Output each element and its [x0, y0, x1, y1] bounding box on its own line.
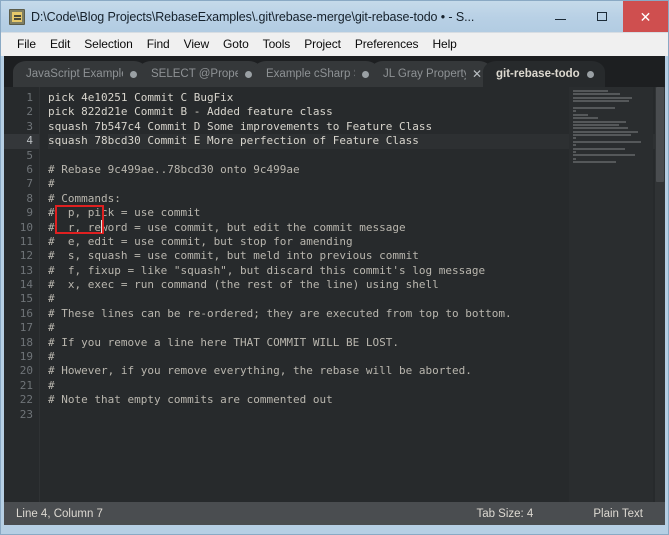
tab-dirty-dot-icon[interactable]	[245, 70, 252, 78]
text-editor[interactable]: 1 2 3 4 5 6 7 8 9 10 11 12 13 14 15 16 1…	[4, 87, 665, 502]
line-number: 16	[19, 306, 33, 320]
minimap-content	[569, 87, 653, 168]
tab-close-icon[interactable]: ✕	[472, 68, 482, 80]
menu-item-file[interactable]: File	[10, 35, 43, 54]
menu-item-preferences[interactable]: Preferences	[348, 35, 426, 54]
line-number: 9	[26, 206, 33, 220]
minimize-icon	[554, 19, 566, 20]
line-number: 7	[26, 177, 33, 191]
line-number: 12	[19, 249, 33, 263]
tab-label: SELECT @Property	[151, 68, 238, 80]
maximize-icon	[597, 12, 607, 21]
tab-dirty-dot-icon[interactable]	[362, 70, 369, 78]
menu-item-goto[interactable]: Goto	[216, 35, 256, 54]
menu-item-help[interactable]: Help	[425, 35, 463, 54]
text-caret	[101, 220, 102, 233]
tab-javascript-example[interactable]: JavaScript Example	[13, 61, 147, 87]
minimap-preview[interactable]	[569, 87, 653, 502]
menu-item-tools[interactable]: Tools	[256, 35, 298, 54]
window-bottom-edge	[1, 525, 668, 534]
line-number: 14	[19, 278, 33, 292]
line-number: 21	[19, 378, 33, 392]
tab-label: git-rebase-todo	[496, 68, 580, 80]
tab-label: JL Gray Property N	[383, 68, 466, 80]
tab-example-csharp[interactable]: Example cSharp So	[253, 61, 379, 87]
line-number: 5	[26, 148, 33, 162]
line-number-gutter: 1 2 3 4 5 6 7 8 9 10 11 12 13 14 15 16 1…	[4, 87, 40, 502]
line-number-current: 4	[4, 134, 39, 149]
line-number: 17	[19, 321, 33, 335]
status-tab-size[interactable]: Tab Size: 4	[476, 508, 533, 520]
menu-item-view[interactable]: View	[177, 35, 216, 54]
title-bar[interactable]: D:\Code\Blog Projects\RebaseExamples\.gi…	[1, 1, 668, 32]
tab-jl-gray-property[interactable]: JL Gray Property N ✕	[370, 61, 492, 87]
menu-item-find[interactable]: Find	[140, 35, 177, 54]
line-number: 20	[19, 364, 33, 378]
maximize-button[interactable]	[581, 1, 623, 32]
editor-shell: JavaScript Example SELECT @Property Exam…	[1, 56, 668, 502]
minimize-button[interactable]	[539, 1, 581, 32]
line-number: 1	[26, 91, 33, 104]
tab-dirty-dot-icon[interactable]	[130, 70, 137, 78]
menu-item-project[interactable]: Project	[297, 35, 348, 54]
tab-dirty-dot-icon[interactable]	[586, 70, 594, 78]
tab-label: Example cSharp So	[266, 68, 355, 80]
status-syntax-mode[interactable]: Plain Text	[593, 508, 643, 520]
application-window: D:\Code\Blog Projects\RebaseExamples\.gi…	[0, 0, 669, 535]
line-number: 18	[19, 335, 33, 349]
line-number: 10	[19, 220, 33, 234]
line-number: 22	[19, 393, 33, 407]
line-number: 3	[26, 119, 33, 133]
line-number: 15	[19, 292, 33, 306]
scrollbar-thumb[interactable]	[656, 87, 664, 182]
menu-item-selection[interactable]: Selection	[77, 35, 139, 54]
line-number: 6	[26, 162, 33, 176]
line-number: 8	[26, 191, 33, 205]
window-controls: ✕	[539, 1, 668, 32]
tab-select-property[interactable]: SELECT @Property	[138, 61, 262, 87]
tab-git-rebase-todo[interactable]: git-rebase-todo	[483, 61, 605, 87]
line-number: 2	[26, 105, 33, 119]
tab-label: JavaScript Example	[26, 68, 123, 80]
window-title: D:\Code\Blog Projects\RebaseExamples\.gi…	[31, 9, 475, 24]
line-number: 19	[19, 350, 33, 364]
status-bar: Line 4, Column 7 Tab Size: 4 Plain Text	[1, 502, 668, 525]
line-number: 23	[19, 407, 33, 421]
editor-scrollbar[interactable]	[655, 87, 665, 502]
menu-bar: File Edit Selection Find View Goto Tools…	[1, 32, 668, 56]
tab-bar: JavaScript Example SELECT @Property Exam…	[4, 56, 665, 87]
status-cursor-position: Line 4, Column 7	[16, 507, 103, 520]
line-number: 11	[19, 234, 33, 248]
sublime-text-icon	[9, 8, 25, 25]
close-button[interactable]: ✕	[623, 1, 668, 32]
menu-item-edit[interactable]: Edit	[43, 35, 77, 54]
line-number: 13	[19, 263, 33, 277]
